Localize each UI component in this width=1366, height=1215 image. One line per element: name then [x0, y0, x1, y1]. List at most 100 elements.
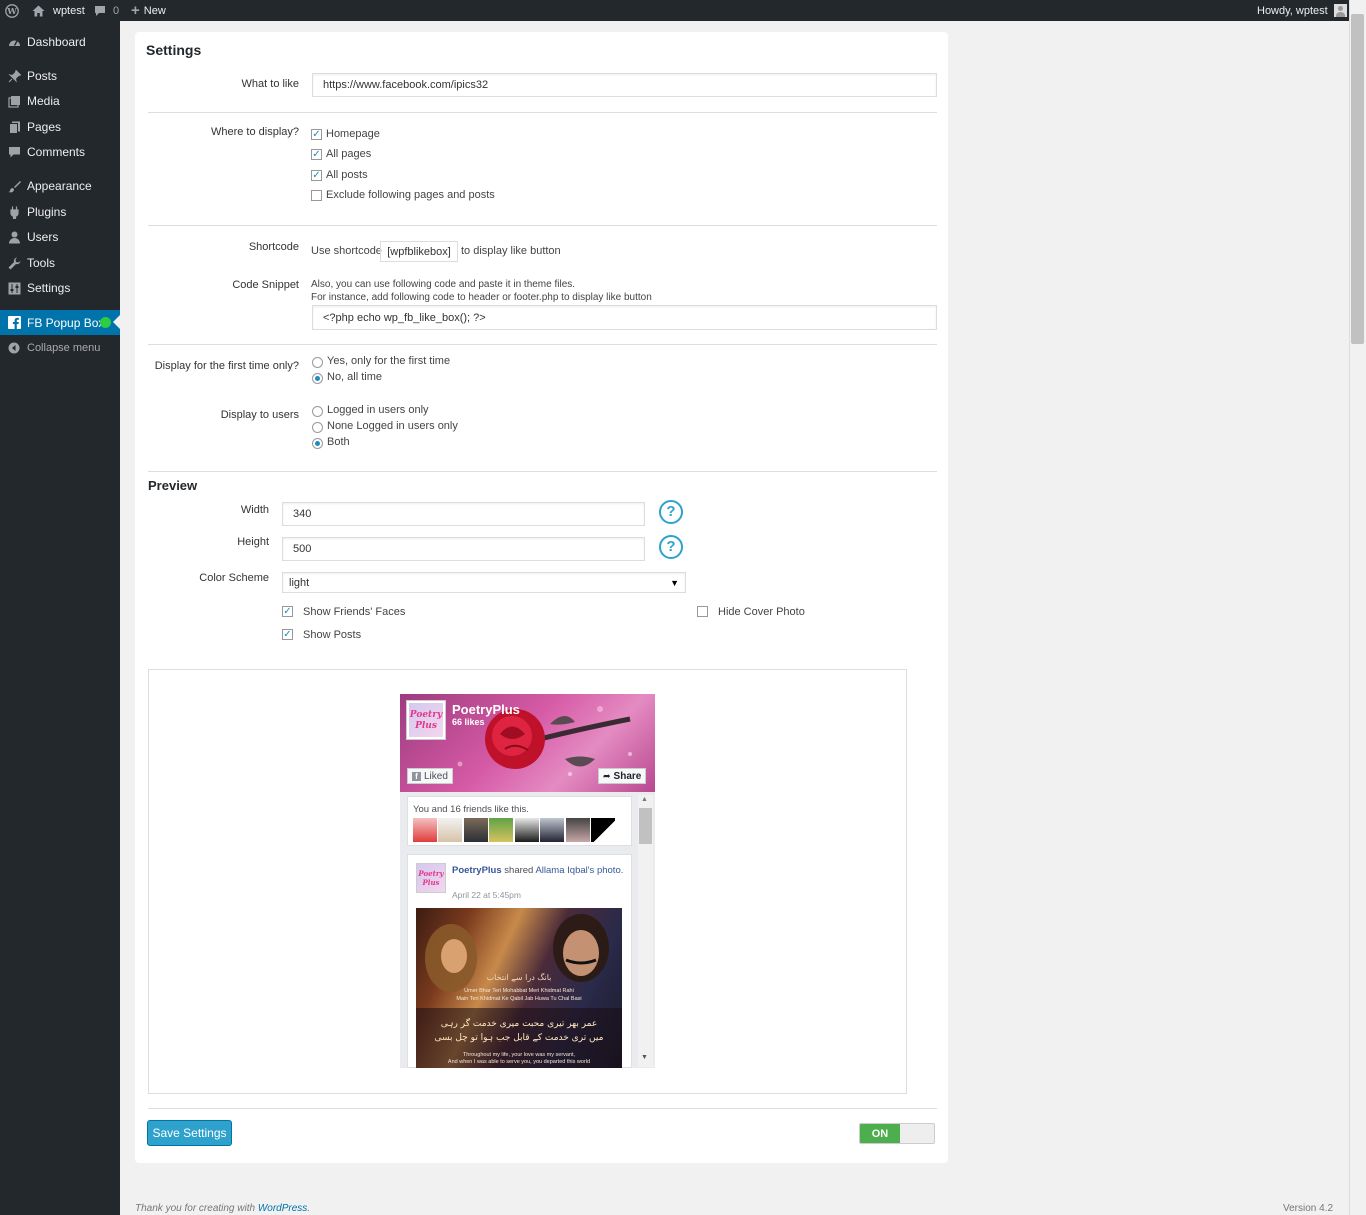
page-scrollbar-thumb[interactable]	[1351, 14, 1364, 344]
comments-link[interactable]: 0	[94, 0, 119, 21]
divider	[148, 1108, 937, 1109]
menu-item-comments[interactable]: Comments	[0, 140, 120, 164]
snippet-line-1: Also, you can use following code and pas…	[311, 279, 576, 290]
post-target[interactable]: Allama Iqbal's	[535, 865, 594, 876]
logged-in-label: Logged in users only	[327, 404, 429, 416]
share-arrow-icon: ➦	[603, 770, 611, 781]
site-name: wptest	[53, 4, 85, 17]
post-image-line-2: Main Teri Khidmat Ke Qabil Jab Huwa Tu C…	[456, 996, 582, 1002]
first-time-no-radio[interactable]	[312, 373, 323, 384]
menu-item-label: Settings	[27, 281, 71, 295]
menu-item-users[interactable]: Users	[0, 225, 120, 249]
scroll-down-arrow-icon[interactable]: ▼	[641, 1054, 648, 1061]
all-pages-label: All pages	[326, 148, 372, 160]
save-settings-button[interactable]: Save Settings	[147, 1120, 232, 1146]
friend-avatar[interactable]	[489, 818, 513, 842]
not-logged-in-radio[interactable]	[312, 422, 323, 433]
menu-item-label: Users	[27, 230, 59, 244]
all-pages-checkbox[interactable]: ✓	[311, 149, 322, 160]
menu-item-media[interactable]: Media	[0, 89, 120, 113]
avatar	[1333, 4, 1347, 17]
post-time[interactable]: April 22 at 5:45pm	[452, 890, 521, 900]
first-time-yes-radio[interactable]	[312, 357, 323, 368]
fb-likes-count: 66 likes	[452, 717, 485, 727]
fb-liked-button[interactable]: f Liked	[407, 768, 453, 784]
divider	[148, 112, 937, 113]
height-help-icon[interactable]: ?	[659, 535, 683, 559]
post-object[interactable]: photo.	[597, 865, 623, 876]
page-icon	[7, 120, 21, 134]
comment-bubble-icon	[95, 5, 105, 16]
menu-item-label: Pages	[27, 120, 62, 134]
friend-avatar[interactable]	[515, 818, 539, 842]
not-logged-in-label: None Logged in users only	[327, 420, 458, 432]
homepage-checkbox[interactable]: ✓	[311, 129, 322, 140]
fb-page-name[interactable]: PoetryPlus	[452, 702, 520, 717]
all-posts-checkbox[interactable]: ✓	[311, 170, 322, 181]
collapse-arrow-icon	[7, 341, 21, 355]
shortcode-code[interactable]: [wpfblikebox]	[380, 241, 458, 262]
menu-item-fb-popup-box[interactable]: FB Popup Box	[0, 310, 120, 335]
first-time-no-label: No, all time	[327, 371, 383, 383]
width-input[interactable]: 340	[282, 502, 645, 526]
color-scheme-label: Color Scheme	[199, 572, 269, 584]
footer-thanks: Thank you for creating with WordPress.	[135, 1203, 311, 1214]
collapse-label: Collapse menu	[27, 342, 101, 354]
post-image[interactable]: بانگ درا سے انتخاب عمر بھر تیری محبت میر…	[416, 908, 622, 1068]
wordpress-logo-icon[interactable]: W	[5, 0, 19, 21]
post-image-line-1: Umer Bhar Teri Mohabbat Meri Khidmat Rah…	[464, 988, 574, 994]
friend-avatar[interactable]	[464, 818, 488, 842]
color-scheme-select[interactable]: light ▼	[282, 572, 686, 593]
homepage-label: Homepage	[326, 128, 380, 140]
menu-item-plugins[interactable]: Plugins	[0, 200, 120, 224]
width-help-icon[interactable]: ?	[659, 500, 683, 524]
dashboard-icon	[7, 35, 21, 49]
both-label: Both	[327, 436, 350, 448]
hide-cover-label: Hide Cover Photo	[718, 606, 805, 618]
show-faces-checkbox[interactable]: ✓	[282, 606, 293, 617]
show-faces-label: Show Friends' Faces	[303, 606, 406, 618]
all-posts-label: All posts	[326, 169, 368, 181]
shortcode-pre-text: Use shortcode	[311, 245, 382, 257]
menu-item-posts[interactable]: Posts	[0, 64, 120, 88]
what-to-like-input[interactable]: https://www.facebook.com/ipics32	[312, 73, 937, 97]
friend-avatar[interactable]	[413, 818, 437, 842]
new-content-link[interactable]: + New	[131, 0, 166, 21]
fb-share-button[interactable]: ➦ Share	[598, 768, 647, 784]
hide-cover-checkbox[interactable]	[697, 606, 708, 617]
footer-wordpress-link[interactable]: WordPress	[258, 1203, 307, 1214]
enable-toggle[interactable]: ON	[859, 1123, 935, 1144]
both-radio[interactable]	[312, 438, 323, 449]
menu-item-settings[interactable]: Settings	[0, 276, 120, 300]
new-label: New	[143, 4, 166, 17]
menu-item-label: Plugins	[27, 205, 67, 219]
site-name-link[interactable]: wptest	[32, 0, 85, 21]
menu-item-pages[interactable]: Pages	[0, 115, 120, 139]
exclude-checkbox[interactable]	[311, 190, 322, 201]
collapse-menu-button[interactable]: Collapse menu	[0, 336, 120, 360]
height-label: Height	[237, 536, 269, 548]
divider	[148, 344, 937, 345]
menu-item-appearance[interactable]: Appearance	[0, 174, 120, 198]
scroll-up-arrow-icon[interactable]: ▲	[641, 796, 648, 803]
friend-avatar[interactable]	[591, 818, 615, 842]
post-author[interactable]: PoetryPlus	[452, 865, 502, 876]
friend-avatar[interactable]	[566, 818, 590, 842]
post-author-avatar[interactable]: Poetry Plus	[416, 863, 446, 893]
menu-item-dashboard[interactable]: Dashboard	[0, 30, 120, 54]
comments-count: 0	[113, 4, 120, 17]
menu-item-tools[interactable]: Tools	[0, 251, 120, 275]
exclude-label: Exclude following pages and posts	[326, 189, 495, 201]
current-menu-arrow-icon	[113, 315, 120, 329]
menu-item-label: Appearance	[27, 179, 92, 193]
color-scheme-value: light	[289, 576, 310, 589]
code-snippet-input[interactable]: <?php echo wp_fb_like_box(); ?>	[312, 305, 937, 330]
height-input[interactable]: 500	[282, 537, 645, 561]
logged-in-radio[interactable]	[312, 406, 323, 417]
friend-avatar[interactable]	[438, 818, 462, 842]
show-posts-checkbox[interactable]: ✓	[282, 629, 293, 640]
friend-avatar[interactable]	[540, 818, 564, 842]
fb-scrollbar-thumb[interactable]	[639, 808, 652, 844]
my-account-link[interactable]: Howdy, wptest	[1257, 0, 1347, 21]
post-image-line-3: Throughout my life, your love was my ser…	[462, 1052, 576, 1058]
